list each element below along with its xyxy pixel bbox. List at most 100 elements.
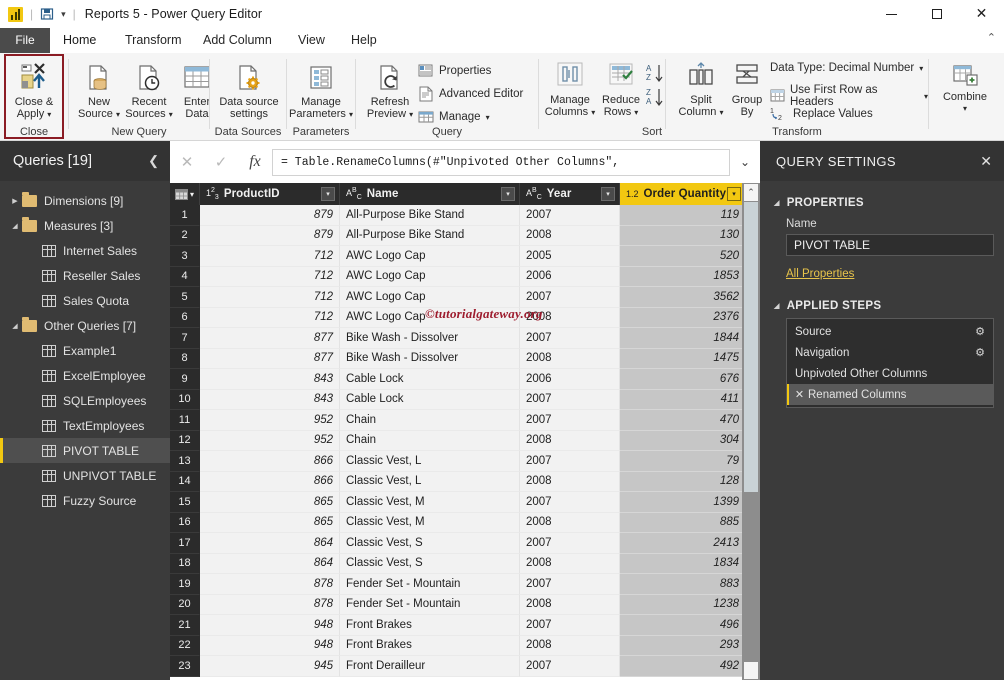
table-row[interactable]: 22948Front Brakes2008293: [170, 636, 760, 657]
quick-access-caret-icon[interactable]: ▾: [61, 9, 66, 20]
cell-name[interactable]: Classic Vest, M: [340, 492, 520, 513]
maximize-button[interactable]: [914, 0, 959, 28]
table-row[interactable]: 5712AWC Logo Cap20073562: [170, 287, 760, 308]
cell-productid[interactable]: 877: [200, 328, 340, 349]
query-item-dimensions-9[interactable]: ▶Dimensions [9]: [0, 188, 170, 213]
grid-vertical-scrollbar[interactable]: ⌃: [742, 183, 760, 680]
table-row[interactable]: 8877Bike Wash - Dissolver20081475: [170, 349, 760, 370]
triangle-down-icon[interactable]: ◢: [8, 222, 22, 230]
cell-order-quantity[interactable]: 411: [620, 390, 746, 411]
table-row[interactable]: 21948Front Brakes2007496: [170, 615, 760, 636]
cell-order-quantity[interactable]: 119: [620, 205, 746, 226]
table-row[interactable]: 19878Fender Set - Mountain2007883: [170, 574, 760, 595]
chevron-left-icon[interactable]: ❮: [148, 153, 159, 169]
table-row[interactable]: 12952Chain2008304: [170, 431, 760, 452]
cell-name[interactable]: Fender Set - Mountain: [340, 574, 520, 595]
table-row[interactable]: 14866Classic Vest, L2008128: [170, 472, 760, 493]
formula-input[interactable]: = Table.RenameColumns(#"Unpivoted Other …: [272, 149, 730, 176]
cell-name[interactable]: Classic Vest, M: [340, 513, 520, 534]
column-filter-name[interactable]: ▾: [501, 187, 515, 201]
cell-year[interactable]: 2007: [520, 533, 620, 554]
cell-year[interactable]: 2008: [520, 308, 620, 329]
query-item-example1[interactable]: Example1: [0, 338, 170, 363]
save-icon[interactable]: [40, 7, 54, 21]
cell-year[interactable]: 2007: [520, 328, 620, 349]
cell-year[interactable]: 2008: [520, 636, 620, 657]
manage-button[interactable]: Manage ▾: [418, 109, 490, 125]
cell-name[interactable]: Classic Vest, L: [340, 451, 520, 472]
column-header-year[interactable]: ABC Year ▾: [520, 183, 620, 205]
cell-name[interactable]: Classic Vest, S: [340, 554, 520, 575]
query-item-textemployees[interactable]: TextEmployees: [0, 413, 170, 438]
cell-productid[interactable]: 864: [200, 533, 340, 554]
sort-ascending-button[interactable]: AZ: [645, 63, 665, 88]
cell-year[interactable]: 2008: [520, 349, 620, 370]
cell-order-quantity[interactable]: 3562: [620, 287, 746, 308]
tab-view[interactable]: View: [285, 28, 338, 53]
close-window-button[interactable]: ✕: [959, 0, 1004, 28]
combine-caret-icon[interactable]: ▾: [963, 103, 967, 115]
cell-productid[interactable]: 712: [200, 308, 340, 329]
formula-cancel-icon[interactable]: ✕: [170, 141, 204, 183]
cell-order-quantity[interactable]: 128: [620, 472, 746, 493]
cell-productid[interactable]: 879: [200, 226, 340, 247]
tab-home[interactable]: Home: [50, 28, 109, 53]
cell-productid[interactable]: 712: [200, 287, 340, 308]
query-item-sales-quota[interactable]: Sales Quota: [0, 288, 170, 313]
cell-year[interactable]: 2007: [520, 390, 620, 411]
table-row[interactable]: 17864Classic Vest, S20072413: [170, 533, 760, 554]
tab-help[interactable]: Help: [338, 28, 390, 53]
cell-order-quantity[interactable]: 79: [620, 451, 746, 472]
cell-order-quantity[interactable]: 1834: [620, 554, 746, 575]
cell-name[interactable]: Chain: [340, 410, 520, 431]
cell-productid[interactable]: 843: [200, 369, 340, 390]
cell-productid[interactable]: 865: [200, 513, 340, 534]
cell-order-quantity[interactable]: 1238: [620, 595, 746, 616]
cell-name[interactable]: All-Purpose Bike Stand: [340, 205, 520, 226]
column-filter-year[interactable]: ▾: [601, 187, 615, 201]
properties-section-header[interactable]: ◢ PROPERTIES: [760, 197, 1004, 209]
table-row[interactable]: 10843Cable Lock2007411: [170, 390, 760, 411]
cell-year[interactable]: 2008: [520, 513, 620, 534]
scrollbar-thumb[interactable]: [744, 202, 758, 492]
table-row[interactable]: 11952Chain2007470: [170, 410, 760, 431]
all-properties-link[interactable]: All Properties: [760, 268, 1004, 280]
query-item-measures-3[interactable]: ◢Measures [3]: [0, 213, 170, 238]
cell-name[interactable]: AWC Logo Cap: [340, 246, 520, 267]
delete-step-icon[interactable]: ✕: [791, 388, 808, 401]
cell-order-quantity[interactable]: 492: [620, 656, 746, 677]
tab-file[interactable]: File: [0, 28, 50, 53]
table-row[interactable]: 4712AWC Logo Cap20061853: [170, 267, 760, 288]
cell-year[interactable]: 2006: [520, 267, 620, 288]
group-by-button[interactable]: Group By: [726, 61, 768, 118]
close-icon[interactable]: ✕: [980, 153, 992, 170]
cell-order-quantity[interactable]: 1475: [620, 349, 746, 370]
sort-descending-button[interactable]: ZA: [645, 87, 665, 112]
gear-icon[interactable]: ⚙: [975, 325, 985, 338]
table-row[interactable]: 18864Classic Vest, S20081834: [170, 554, 760, 575]
cell-year[interactable]: 2006: [520, 369, 620, 390]
tab-transform[interactable]: Transform: [112, 28, 195, 53]
cell-name[interactable]: AWC Logo Cap: [340, 308, 520, 329]
applied-step-unpivoted-other-columns[interactable]: Unpivoted Other Columns: [787, 363, 993, 384]
cell-order-quantity[interactable]: 520: [620, 246, 746, 267]
cell-productid[interactable]: 879: [200, 205, 340, 226]
cell-year[interactable]: 2007: [520, 205, 620, 226]
cell-order-quantity[interactable]: 496: [620, 615, 746, 636]
scroll-down-area[interactable]: [744, 662, 758, 679]
cell-name[interactable]: Bike Wash - Dissolver: [340, 349, 520, 370]
table-row[interactable]: 16865Classic Vest, M2008885: [170, 513, 760, 534]
manage-parameters-button[interactable]: Manage Parameters ▾: [289, 63, 353, 121]
fx-icon[interactable]: fx: [238, 141, 272, 183]
cell-order-quantity[interactable]: 1853: [620, 267, 746, 288]
applied-step-source[interactable]: Source⚙: [787, 321, 993, 342]
cell-productid[interactable]: 865: [200, 492, 340, 513]
cell-year[interactable]: 2008: [520, 554, 620, 575]
combine-button[interactable]: Combine ▾: [933, 63, 997, 115]
cell-productid[interactable]: 843: [200, 390, 340, 411]
query-item-reseller-sales[interactable]: Reseller Sales: [0, 263, 170, 288]
cell-name[interactable]: Cable Lock: [340, 369, 520, 390]
cell-name[interactable]: Front Derailleur: [340, 656, 520, 677]
cell-name[interactable]: AWC Logo Cap: [340, 287, 520, 308]
table-row[interactable]: 2879All-Purpose Bike Stand2008130: [170, 226, 760, 247]
